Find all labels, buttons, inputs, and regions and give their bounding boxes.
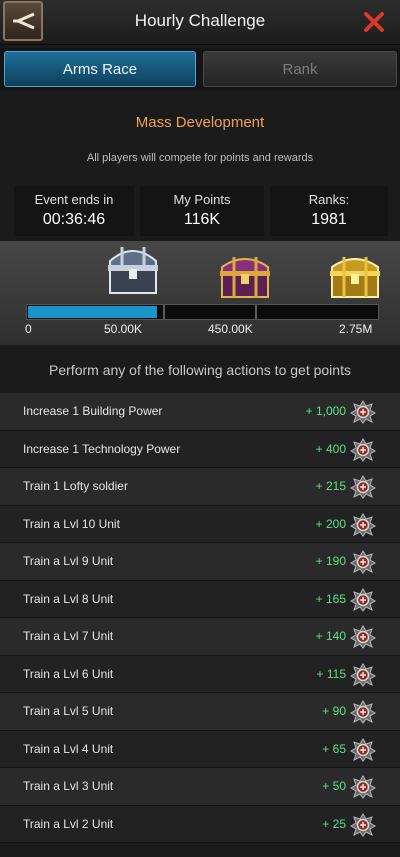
points-medal-icon <box>350 662 376 687</box>
points-medal-icon <box>350 475 376 499</box>
action-points: + 25 <box>322 816 346 831</box>
action-row: Train a Lvl 2 Unit + 25 <box>0 805 400 843</box>
points-medal-icon <box>350 737 376 762</box>
action-label: Train a Lvl 5 Unit <box>23 704 114 718</box>
action-label: Increase 1 Building Power <box>23 404 163 418</box>
purple-chest-icon[interactable] <box>216 249 274 303</box>
action-points: + 200 <box>315 516 346 531</box>
points-medal-icon <box>350 587 376 612</box>
rank-value: 1981 <box>311 211 347 228</box>
progress-tick: 0 <box>25 322 32 336</box>
action-points: + 115 <box>316 666 346 681</box>
action-row: Train a Lvl 10 Unit + 200 <box>0 505 400 543</box>
action-row: Train a Lvl 3 Unit + 50 <box>0 768 400 806</box>
points-medal-icon <box>350 812 376 837</box>
countdown-timer: 00:36:46 <box>42 211 106 228</box>
points-medal-icon <box>350 700 376 724</box>
action-row: Train a Lvl 7 Unit + 140 <box>0 618 400 656</box>
action-row: Train a Lvl 5 Unit + 90 <box>0 693 400 731</box>
points-medal-icon <box>350 400 376 424</box>
action-list: Increase 1 Building Power + 1,000 Increase… <box>0 393 400 843</box>
action-row: Increase 1 Technology Power + 400 <box>0 430 400 468</box>
action-row: Train a Lvl 4 Unit + 65 <box>0 730 400 768</box>
action-label: Increase 1 Technology Power <box>23 441 181 456</box>
tab-arms-race[interactable]: Arms Race <box>4 51 196 87</box>
action-points: + 215 <box>315 479 346 493</box>
close-button[interactable] <box>362 10 386 34</box>
event-title: Mass Development <box>135 114 265 131</box>
reward-progress-panel: 0 50.00K 450.00K 2.75M <box>0 241 400 345</box>
points-medal-icon <box>350 550 376 574</box>
event-subtitle: All players will compete for points and … <box>86 152 314 164</box>
action-points: + 50 <box>322 779 346 793</box>
action-points: + 400 <box>315 441 346 456</box>
stat-my-points: My Points 116K <box>140 186 264 236</box>
action-points: + 65 <box>322 741 346 756</box>
silver-chest-icon[interactable] <box>104 243 162 299</box>
action-label: Train a Lvl 10 Unit <box>23 516 120 531</box>
points-medal-icon <box>350 625 376 649</box>
action-row: Train 1 Lofty soldier + 215 <box>0 468 400 506</box>
action-label: Train a Lvl 7 Unit <box>23 629 114 643</box>
instructions-text: Perform any of the following actions to … <box>49 362 351 378</box>
action-row: Train a Lvl 8 Unit + 165 <box>0 580 400 618</box>
action-label: Train a Lvl 6 Unit <box>23 666 114 681</box>
action-label: Train a Lvl 9 Unit <box>23 554 114 568</box>
stat-event-ends: Event ends in 00:36:46 <box>14 186 134 236</box>
progress-bar <box>26 304 379 320</box>
action-points: + 140 <box>315 629 346 643</box>
action-row: Increase 1 Building Power + 1,000 <box>0 393 400 431</box>
stat-label: Ranks: <box>308 192 350 207</box>
action-row: Train a Lvl 9 Unit + 190 <box>0 543 400 581</box>
progress-milestone <box>255 305 257 319</box>
action-row: Train a Lvl 6 Unit + 115 <box>0 655 400 693</box>
action-label: Train 1 Lofty soldier <box>23 479 128 493</box>
close-icon <box>364 12 384 32</box>
page-title: Hourly Challenge <box>134 11 266 30</box>
points-medal-icon <box>350 437 376 462</box>
stat-ranks: Ranks: 1981 <box>270 186 388 236</box>
stat-label: My Points <box>173 192 231 207</box>
stat-label: Event ends in <box>34 192 114 207</box>
tab-rank[interactable]: Rank <box>203 51 397 87</box>
progress-tick: 50.00K <box>104 322 143 336</box>
points-value: 116K <box>183 211 221 228</box>
gold-chest-icon[interactable] <box>326 249 384 303</box>
action-label: Train a Lvl 3 Unit <box>23 779 114 793</box>
action-label: Train a Lvl 8 Unit <box>23 591 114 606</box>
action-points: + 90 <box>322 704 346 718</box>
progress-tick: 2.75M <box>339 322 373 336</box>
points-medal-icon <box>350 775 376 799</box>
progress-tick: 450.00K <box>208 322 253 336</box>
tab-bar: Arms Race Rank <box>0 48 400 90</box>
action-points: + 1,000 <box>305 404 346 418</box>
progress-milestone <box>163 305 165 319</box>
header-bar: Hourly Challenge <box>0 0 400 45</box>
action-label: Train a Lvl 2 Unit <box>23 816 114 831</box>
action-label: Train a Lvl 4 Unit <box>23 741 114 756</box>
progress-bar-fill <box>28 306 157 318</box>
action-points: + 190 <box>315 554 346 568</box>
action-points: + 165 <box>315 591 346 606</box>
points-medal-icon <box>350 512 376 537</box>
